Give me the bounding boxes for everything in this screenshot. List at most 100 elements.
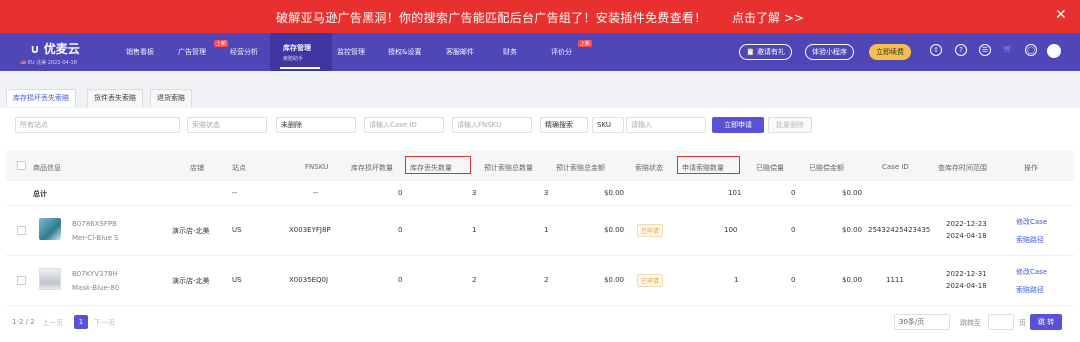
col-case-id: Case ID [882, 163, 909, 171]
claim-tabs: 库存损坏丢失索赔 货件丢失索赔 退货索赔 [0, 86, 1080, 108]
menu-inventory-sub: 索赔助手 [283, 56, 304, 62]
account-info[interactable]: 🇺🇸 EU 北美 2022-04-18 [20, 59, 77, 66]
top-nav: ∪ 优麦云 🇺🇸 EU 北美 2022-04-18 销售看板 广告管理 上新 经营… [0, 33, 1080, 71]
sku-type-select[interactable]: SKU [592, 117, 624, 133]
upload-icon[interactable]: ⇧ [930, 44, 942, 56]
banner-cta-link[interactable]: 点击了解 >> [732, 9, 804, 26]
row-lost: 1 [472, 226, 477, 234]
row-paid-amt: $0.00 [842, 276, 863, 284]
tab-return-claim[interactable]: 退货索赔 [150, 89, 192, 107]
total-site: -- [232, 189, 238, 197]
highlight-lost-column [405, 156, 471, 174]
product-asin[interactable]: B0786XSFPB [72, 220, 117, 228]
menu-dashboard[interactable]: 销售看板 [126, 47, 154, 57]
avatar[interactable] [1047, 44, 1061, 58]
row-damaged: 0 [398, 276, 403, 284]
next-page-button[interactable]: 下一页 [94, 318, 115, 328]
row-case-id: 1111 [886, 276, 904, 284]
row-est-qty: 2 [544, 276, 549, 284]
row-shop: 演示店-北美 [172, 227, 210, 235]
deleted-select[interactable]: 未删除 [276, 117, 356, 133]
prev-page-button[interactable]: 上一页 [42, 318, 63, 328]
jump-page-input[interactable] [988, 314, 1014, 330]
message-icon[interactable]: ☰ [979, 44, 991, 56]
col-actions: 操作 [1024, 164, 1038, 172]
total-est-amt: $0.00 [604, 189, 625, 197]
new-badge: 上新 [578, 40, 593, 47]
invite-button[interactable]: 📋 邀请有礼 [739, 44, 792, 60]
renew-button[interactable]: 立即续费 [869, 44, 911, 60]
site-select[interactable]: 所有站点 [15, 117, 180, 133]
select-all-checkbox[interactable] [17, 161, 26, 170]
row-fnsku: X0035EQ0J [289, 276, 329, 284]
edit-case-link[interactable]: 修改Case [1016, 267, 1047, 277]
case-id-input[interactable]: 请输入Case ID [364, 117, 444, 133]
menu-settings[interactable]: 授权&设置 [388, 47, 421, 57]
row-paid-amt: $0.00 [842, 226, 863, 234]
tab-inventory-claim[interactable]: 库存损坏丢失索赔 [6, 89, 76, 107]
batch-delete-button[interactable]: 批量删除 [768, 117, 812, 133]
col-shop: 店铺 [190, 164, 204, 172]
close-icon[interactable]: ✕ [1055, 7, 1067, 23]
match-select[interactable]: 精确搜索 [540, 117, 588, 133]
jump-button[interactable]: 跳 转 [1030, 314, 1062, 330]
new-badge: 上新 [214, 40, 229, 47]
col-est-qty: 预计索赔总数量 [484, 164, 533, 172]
col-date-range: 查库存时间范围 [938, 164, 987, 172]
row-lost: 2 [472, 276, 477, 284]
menu-analysis[interactable]: 经营分析 [230, 47, 258, 57]
total-paid-amt: $0.00 [842, 189, 863, 197]
col-product: 商品信息 [33, 164, 61, 172]
row-checkbox[interactable] [17, 276, 26, 285]
main-panel: 所有站点 索赔状态 未删除 请输入Case ID 请输入FNSKU 精确搜索 S… [0, 108, 1080, 342]
logo-icon: ∪ [30, 42, 40, 56]
row-checkbox[interactable] [17, 226, 26, 235]
total-row: 总计 -- -- 0 3 3 $0.00 101 0 $0.00 [6, 181, 1074, 206]
per-page-select[interactable]: 30条/页 [894, 314, 950, 330]
status-select[interactable]: 索赔状态 [187, 117, 267, 133]
cart-icon[interactable]: 🛒 [1002, 44, 1014, 56]
banner-message[interactable]: 破解亚马逊广告黑洞！你的搜索广告能匹配后台广告组了！安装插件免费查看！ [276, 9, 707, 26]
help-icon[interactable]: ? [955, 44, 967, 56]
menu-mail[interactable]: 客服邮件 [446, 47, 474, 57]
status-badge: 已申请 [637, 224, 664, 237]
row-site: US [232, 226, 242, 234]
product-thumbnail[interactable] [39, 218, 61, 240]
col-damaged: 库存损坏数量 [351, 164, 393, 172]
promo-banner[interactable]: 破解亚马逊广告黑洞！你的搜索广告能匹配后台广告组了！安装插件免费查看！ 点击了解… [0, 0, 1080, 33]
table-row: B0786XSFPB Mer-Cl-Blue S 演示店-北美 US X003E… [6, 206, 1074, 256]
menu-ads[interactable]: 广告管理 [178, 47, 206, 57]
page-range: 1-2 / 2 [12, 318, 35, 326]
col-status: 索赔状态 [635, 164, 663, 172]
claim-path-link[interactable]: 索赔路径 [1016, 285, 1044, 295]
row-date-to: 2024-04-18 [946, 232, 987, 240]
row-paid-qty: 0 [791, 226, 796, 234]
apply-claim-button[interactable]: 立即申请 [712, 117, 764, 133]
notification-icon[interactable]: ◯ [1025, 44, 1037, 56]
mini-program-button[interactable]: 体验小程序 [805, 44, 854, 60]
menu-finance[interactable]: 财务 [503, 47, 517, 57]
fnsku-input[interactable]: 请输入FNSKU [452, 117, 532, 133]
page-unit: 页 [1019, 319, 1026, 327]
total-label: 总计 [33, 190, 47, 198]
product-thumbnail[interactable] [39, 268, 61, 290]
menu-reviews[interactable]: 评价分 [551, 47, 572, 57]
tab-shipment-claim[interactable]: 货件丢失索赔 [87, 89, 143, 107]
jump-label: 跳转至 [960, 319, 981, 327]
edit-case-link[interactable]: 修改Case [1016, 217, 1047, 227]
menu-inventory[interactable]: 库存管理 索赔助手 [283, 43, 311, 62]
row-shop: 演示店-北美 [172, 277, 210, 285]
col-paid-qty: 已赔偿量 [756, 164, 784, 172]
logo[interactable]: ∪ 优麦云 [30, 40, 80, 57]
page-1-button[interactable]: 1 [74, 315, 88, 329]
sku-input[interactable]: 请输入 [626, 117, 706, 133]
table-row: B07KYV378H Mask-Blue-80 演示店-北美 US X0035E… [6, 256, 1074, 306]
total-apply-qty: 101 [728, 189, 742, 197]
row-damaged: 0 [398, 226, 403, 234]
row-paid-qty: 0 [791, 276, 796, 284]
status-badge: 已申请 [637, 274, 664, 287]
claim-path-link[interactable]: 索赔路径 [1016, 235, 1044, 245]
product-asin[interactable]: B07KYV378H [72, 270, 118, 278]
product-sku: Mer-Cl-Blue S [72, 234, 119, 242]
menu-monitor[interactable]: 监控管理 [337, 47, 365, 57]
